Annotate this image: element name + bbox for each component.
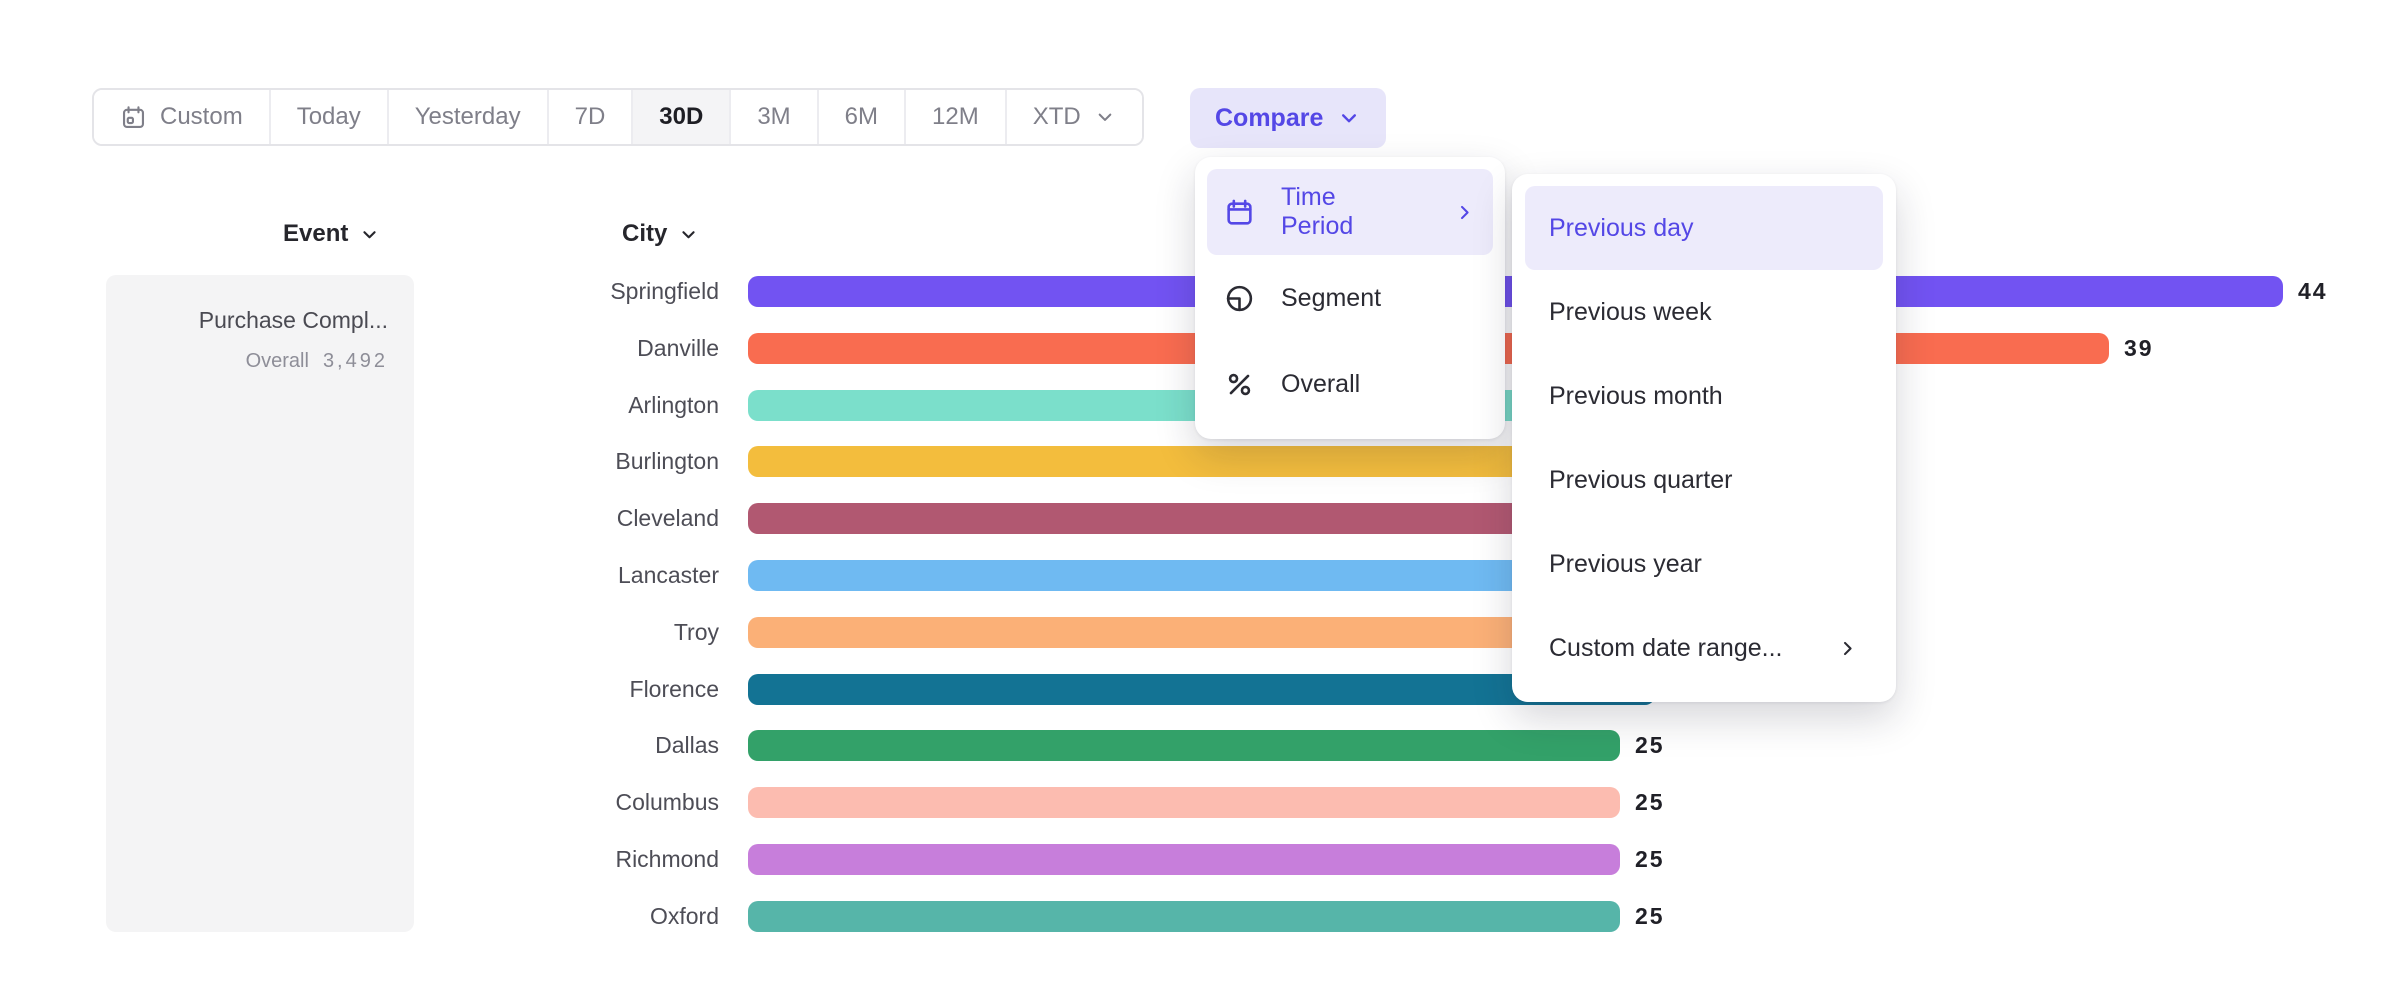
bar-label: Richmond	[419, 844, 719, 875]
bar-dallas[interactable]	[748, 730, 1620, 761]
bar-label: Lancaster	[419, 560, 719, 591]
time-period-submenu: Previous day Previous week Previous month P…	[1512, 174, 1896, 702]
time-period-option-previous-month[interactable]: Previous month	[1525, 354, 1883, 438]
bar-label: Oxford	[419, 901, 719, 932]
bar-richmond[interactable]	[748, 844, 1620, 875]
chevron-down-icon	[1337, 106, 1361, 130]
chart-row-columbus: Columbus 25	[0, 787, 2394, 818]
compare-button[interactable]: Compare	[1190, 88, 1386, 148]
chart-row-troy: Troy	[0, 617, 2394, 648]
bar-oxford[interactable]	[748, 901, 1620, 932]
bar-label: Florence	[419, 674, 719, 705]
bar-value: 25	[1635, 901, 1665, 932]
compare-menu-item-time-period[interactable]: Time Period	[1207, 169, 1493, 255]
time-period-option-custom-date-range[interactable]: Custom date range...	[1525, 606, 1883, 690]
menu-item-label: Segment	[1281, 284, 1381, 313]
menu-item-label: Previous week	[1549, 298, 1712, 327]
bar-columbus[interactable]	[748, 787, 1620, 818]
menu-item-label: Time Period	[1281, 183, 1401, 241]
chart-row-florence: Florence	[0, 674, 2394, 705]
bar-value: 25	[1635, 844, 1665, 875]
bar-value: 39	[2124, 333, 2154, 364]
compare-menu-item-overall[interactable]: Overall	[1207, 341, 1493, 427]
bar-label: Arlington	[419, 390, 719, 421]
time-period-option-previous-quarter[interactable]: Previous quarter	[1525, 438, 1883, 522]
compare-button-label: Compare	[1215, 104, 1323, 133]
menu-item-label: Previous month	[1549, 382, 1723, 411]
compare-menu-item-segment[interactable]: Segment	[1207, 255, 1493, 341]
menu-item-label: Previous year	[1549, 550, 1702, 579]
segment-icon	[1224, 283, 1255, 314]
bar-chart: Springfield 44 Danville 39 Arlington Burlingt…	[0, 0, 2394, 1004]
chart-row-richmond: Richmond 25	[0, 844, 2394, 875]
time-period-option-previous-day[interactable]: Previous day	[1525, 186, 1883, 270]
bar-value: 44	[2298, 276, 2328, 307]
chevron-right-icon	[1836, 637, 1859, 660]
percent-icon	[1224, 369, 1255, 400]
menu-item-label: Custom date range...	[1549, 634, 1782, 663]
bar-label: Danville	[419, 333, 719, 364]
bar-value: 25	[1635, 730, 1665, 761]
menu-item-label: Overall	[1281, 370, 1360, 399]
calendar-icon	[1224, 197, 1255, 228]
time-period-option-previous-week[interactable]: Previous week	[1525, 270, 1883, 354]
menu-item-label: Previous day	[1549, 214, 1694, 243]
chevron-right-icon	[1453, 201, 1476, 224]
bar-label: Dallas	[419, 730, 719, 761]
bar-label: Springfield	[419, 276, 719, 307]
compare-dropdown-menu: Time Period Segment Overall	[1195, 157, 1505, 439]
bar-label: Troy	[419, 617, 719, 648]
insights-report-page: CustomTodayYesterday7D30D3M6M12MXTD Comp…	[0, 0, 2394, 1004]
bar-label: Cleveland	[419, 503, 719, 534]
chart-row-dallas: Dallas 25	[0, 730, 2394, 761]
bar-label: Burlington	[419, 446, 719, 477]
menu-item-label: Previous quarter	[1549, 466, 1732, 495]
chart-row-oxford: Oxford 25	[0, 901, 2394, 932]
chart-row-lancaster: Lancaster	[0, 560, 2394, 591]
chart-row-burlington: Burlington	[0, 446, 2394, 477]
chart-row-cleveland: Cleveland	[0, 503, 2394, 534]
time-period-option-previous-year[interactable]: Previous year	[1525, 522, 1883, 606]
bar-value: 25	[1635, 787, 1665, 818]
bar-label: Columbus	[419, 787, 719, 818]
